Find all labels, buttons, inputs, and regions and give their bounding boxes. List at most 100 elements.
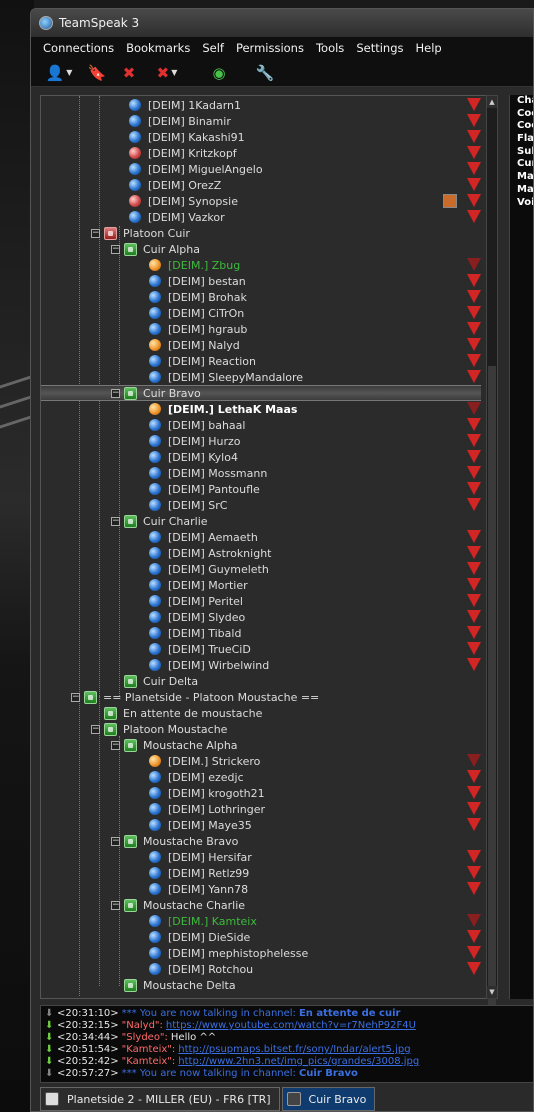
user-row[interactable]: [DEIM] Rotchou [41,961,481,977]
chevron-down-icon[interactable]: ▼ [171,68,177,77]
user-row[interactable]: [DEIM] MiguelAngelo [41,161,481,177]
menu-settings[interactable]: Settings [350,41,409,55]
collapse-toggle-icon[interactable]: − [111,388,120,398]
log-channel-link[interactable]: Cuir Bravo [299,1068,358,1080]
user-row[interactable]: [DEIM] CiTrOn [41,305,481,321]
user-row[interactable]: [DEIM] Aemaeth [41,529,481,545]
user-row[interactable]: [DEIM] Kakashi91 [41,129,481,145]
collapse-toggle-icon[interactable]: − [111,740,120,750]
user-row[interactable]: [DEIM] bahaal [41,417,481,433]
user-row[interactable]: [DEIM] Mossmann [41,465,481,481]
user-row[interactable]: [DEIM] ezedjc [41,769,481,785]
user-row[interactable]: [DEIM] Binamir [41,113,481,129]
user-row[interactable]: [DEIM] Guymeleth [41,561,481,577]
user-row[interactable]: [DEIM] Yann78 [41,881,481,897]
user-row[interactable]: [DEIM] DieSide [41,929,481,945]
collapse-toggle-icon[interactable]: − [111,516,120,526]
user-row[interactable]: [DEIM.] Zbug [41,257,481,273]
log-nickname[interactable]: "Slydeo": [122,1032,168,1044]
user-row[interactable]: [DEIM] Slydeo [41,609,481,625]
user-row[interactable]: [DEIM] Kylo4 [41,449,481,465]
user-row[interactable]: [DEIM] Nalyd [41,337,481,353]
channel-row[interactable]: − Cuir Alpha [41,241,481,257]
menu-connections[interactable]: Connections [37,41,120,55]
collapse-toggle-icon[interactable]: − [71,692,80,702]
title-bar[interactable]: TeamSpeak 3 [31,9,533,37]
log-channel-link[interactable]: En attente de cuir [299,1008,401,1020]
user-row[interactable]: [DEIM] Pantoufle [41,481,481,497]
channel-row[interactable]: − Platoon Moustache [41,721,481,737]
bookmark-button[interactable]: 🔖 [83,61,111,85]
menu-permissions[interactable]: Permissions [230,41,310,55]
collapse-toggle-icon[interactable]: − [111,836,120,846]
scrollbar-thumb[interactable] [488,366,496,1066]
channel-icon [124,386,137,400]
user-row[interactable]: [DEIM] SrC [41,497,481,513]
channel-row[interactable]: − Moustache Bravo [41,833,481,849]
user-row[interactable]: [DEIM] Tibald [41,625,481,641]
connect-button[interactable]: 👤 ▼ [39,61,79,85]
user-row[interactable]: [DEIM] Lothringer [41,801,481,817]
user-row[interactable]: [DEIM.] Strickero [41,753,481,769]
log-nickname[interactable]: "Nalyd": [122,1020,163,1032]
user-row[interactable]: [DEIM] Mortier [41,577,481,593]
collapse-toggle-icon[interactable]: − [91,228,100,238]
collapse-toggle-icon[interactable]: − [91,724,100,734]
log-url-link[interactable]: http://psupmaps.bitset.fr/sony/Indar/ale… [178,1044,410,1056]
user-row[interactable]: [DEIM.] LethaK Maas [41,401,481,417]
channel-row[interactable]: − Platoon Cuir [41,225,481,241]
user-row[interactable]: [DEIM] 1Kadarn1 [41,97,481,113]
collapse-toggle-icon[interactable]: − [111,244,120,254]
disconnect-all-button[interactable]: ✖ ▼ [147,61,187,85]
user-row[interactable]: [DEIM] Synopsie [41,193,481,209]
channel-row[interactable]: − Cuir Charlie [41,513,481,529]
user-row[interactable]: [DEIM] Brohak [41,289,481,305]
user-row[interactable]: [DEIM] SleepyMandalore [41,369,481,385]
away-button[interactable]: ◉ [205,61,233,85]
log-nickname[interactable]: "Kamteix": [122,1056,176,1068]
country-flag-icon [467,930,481,943]
user-row[interactable]: [DEIM] Maye35 [41,817,481,833]
user-row[interactable]: [DEIM] Hurzo [41,433,481,449]
chat-log[interactable]: ⬇ <20:31:10> *** You are now talking in ch… [40,1005,533,1083]
scroll-down-icon[interactable]: ▼ [487,986,497,998]
channel-row[interactable]: − Moustache Alpha [41,737,481,753]
user-row[interactable]: [DEIM] Kritzkopf [41,145,481,161]
user-row[interactable]: [DEIM] OrezZ [41,177,481,193]
menu-self[interactable]: Self [196,41,230,55]
user-settings-button[interactable]: 🔧 [251,61,279,85]
log-url-link[interactable]: http://www.2hn3.net/img_pics/grandes/300… [178,1056,419,1068]
user-row[interactable]: [DEIM.] Kamteix [41,913,481,929]
log-nickname[interactable]: "Kamteix": [122,1044,176,1056]
user-row[interactable]: [DEIM] Reaction [41,353,481,369]
user-row[interactable]: [DEIM] krogoth21 [41,785,481,801]
channel-row[interactable]: − Moustache Charlie [41,897,481,913]
user-row[interactable]: [DEIM] Wirbelwind [41,657,481,673]
user-row[interactable]: [DEIM] bestan [41,273,481,289]
channel-row[interactable]: − == Planetside - Platoon Moustache == [41,689,481,705]
user-row[interactable]: [DEIM] Peritel [41,593,481,609]
scroll-up-icon[interactable]: ▲ [487,96,497,108]
channel-row[interactable]: Moustache Delta [41,977,481,993]
user-row[interactable]: [DEIM] Astroknight [41,545,481,561]
user-row[interactable]: [DEIM] hgraub [41,321,481,337]
channel-row[interactable]: En attente de moustache [41,705,481,721]
menu-help[interactable]: Help [409,41,447,55]
user-row[interactable]: [DEIM] Retlz99 [41,865,481,881]
menu-bookmarks[interactable]: Bookmarks [120,41,196,55]
menu-tools[interactable]: Tools [310,41,350,55]
channel-row[interactable]: Cuir Delta [41,673,481,689]
tree-scrollbar[interactable]: ▲ ▼ [486,95,498,1066]
user-row[interactable]: [DEIM] Vazkor [41,209,481,225]
user-row[interactable]: [DEIM] Hersifar [41,849,481,865]
tab-server-chat[interactable]: Planetside 2 - MILLER (EU) - FR6 [TR] [40,1087,280,1111]
tab-channel-chat[interactable]: Cuir Bravo [281,1087,376,1111]
chevron-down-icon[interactable]: ▼ [66,68,72,77]
channel-row[interactable]: − Cuir Bravo [41,385,481,401]
user-row[interactable]: [DEIM] mephistophelesse [41,945,481,961]
disconnect-button[interactable]: ✖ [115,61,143,85]
channel-tree[interactable]: [DEIM] 1Kadarn1 [DEIM] Binamir [DEIM] Kaka… [40,95,494,999]
collapse-toggle-icon[interactable]: − [111,900,120,910]
log-url-link[interactable]: https://www.youtube.com/watch?v=r7NehP92… [166,1020,416,1032]
user-row[interactable]: [DEIM] TrueCiD [41,641,481,657]
